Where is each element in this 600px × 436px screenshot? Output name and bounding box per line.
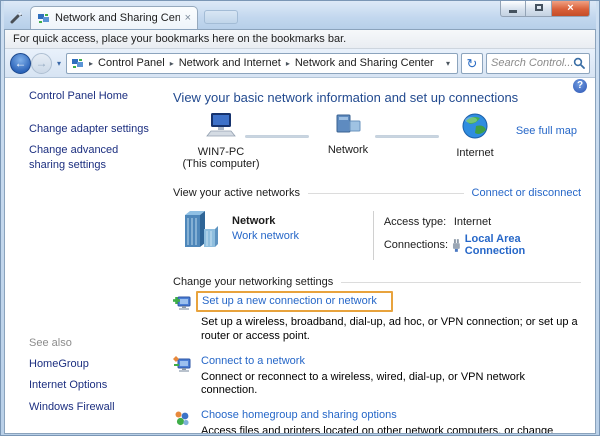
breadcrumb-control-panel[interactable]: Control Panel [98,57,165,69]
browser-window: Network and Sharing Center × × For quick… [0,0,600,436]
task-homegroup-sharing: Choose homegroup and sharing options Acc… [173,409,581,433]
connect-network-icon [173,355,191,372]
new-tab-button[interactable] [204,10,238,24]
sidebar-item-homegroup[interactable]: HomeGroup [29,357,115,371]
breadcrumb-network-sharing-center[interactable]: Network and Sharing Center [295,57,434,69]
tab-close-icon[interactable]: × [185,12,191,24]
sidebar-item-control-panel-home[interactable]: Control Panel Home [29,90,157,102]
network-map: WIN7-PC (This computer) Network Internet… [173,111,581,183]
breadcrumb-network-and-internet[interactable]: Network and Internet [179,57,281,69]
internet-globe-icon [462,113,488,139]
task-setup-new-connection: Set up a new connection or network Set u… [173,291,581,344]
map-node-label: WIN7-PC [197,146,245,158]
network-favicon-icon [38,13,49,23]
address-bar[interactable]: ▸ Control Panel ▸ Network and Internet ▸… [66,52,458,74]
back-button[interactable]: ← [10,52,31,74]
page-title: View your basic network information and … [173,90,519,105]
bookmarks-bar[interactable]: For quick access, place your bookmarks h… [5,30,595,49]
work-network-link[interactable]: Work network [232,230,299,242]
map-node-network[interactable]: Network [313,113,383,156]
address-dropdown-icon[interactable]: ▾ [443,59,453,68]
main-pane: ? View your basic network information an… [163,78,595,433]
access-type-label: Access type: [383,216,447,228]
section-rule [341,281,581,283]
connections-label: Connections: [383,239,449,251]
work-network-buildings-icon [185,211,218,247]
sidebar-item-change-adapter-settings[interactable]: Change adapter settings [29,122,157,136]
task-connect-to-network: Connect to a network Connect or reconnec… [173,355,581,399]
section-rule [307,192,464,194]
highlight-annotation-box: Set up a new connection or network [196,291,393,312]
breadcrumb-separator-icon: ▸ [285,58,290,68]
search-icon [573,57,585,69]
breadcrumb-separator-icon: ▸ [169,58,174,68]
map-link-line [375,135,439,138]
sidebar-item-change-advanced-sharing[interactable]: Change advanced sharing settings [29,143,157,172]
active-network-name: Network [232,215,276,227]
search-box[interactable] [486,52,590,74]
see-also-label: See also [29,337,72,350]
active-networks-header: View your active networks [173,187,300,199]
computer-icon [206,113,236,137]
browser-tab[interactable]: Network and Sharing Center × [30,6,198,29]
title-bar[interactable]: Network and Sharing Center × × [4,1,596,29]
active-network-box: Network Work network Access type: Intern… [173,201,581,272]
history-dropdown-icon[interactable]: ▾ [55,59,63,68]
settings-header: Change your networking settings [173,276,334,288]
connect-or-disconnect-link[interactable]: Connect or disconnect [472,187,581,199]
bookmarks-hint: For quick access, place your bookmarks h… [13,33,347,45]
minimize-button[interactable] [500,1,526,17]
maximize-button[interactable] [526,1,552,17]
homegroup-icon [175,411,189,426]
breadcrumb-separator-icon: ▸ [89,58,94,68]
navigation-bar: ← → ▾ ▸ Control Panel ▸ Network and Inte… [5,49,595,78]
connect-to-network-link[interactable]: Connect to a network [201,355,305,367]
refresh-button[interactable]: ↻ [461,52,483,74]
map-node-sublabel: (This computer) [182,158,260,170]
network-adapter-icon [452,238,460,252]
access-type-value: Internet [453,216,492,228]
new-connection-icon [173,296,191,310]
close-button[interactable]: × [552,1,590,17]
local-area-connection-link[interactable]: Local Area Connection [465,233,581,257]
map-node-computer[interactable]: WIN7-PC (This computer) [175,113,267,170]
map-node-label: Internet [456,147,494,159]
task-description: Connect or reconnect to a wireless, wire… [201,370,526,397]
map-node-label: Network [327,144,369,156]
network-icon [336,114,361,133]
forward-button[interactable]: → [31,52,52,74]
search-input[interactable] [491,57,573,69]
wrench-icon[interactable] [10,10,24,24]
window-controls: × [500,1,590,17]
sidebar: Control Panel Home Change adapter settin… [5,78,163,433]
location-favicon-icon [72,58,84,68]
homegroup-sharing-link[interactable]: Choose homegroup and sharing options [201,409,397,421]
sidebar-item-windows-firewall[interactable]: Windows Firewall [29,400,115,414]
see-full-map-link[interactable]: See full map [516,125,577,137]
tab-title: Network and Sharing Center [55,12,180,24]
task-description: Access files and printers located on oth… [201,425,554,433]
task-description: Set up a wireless, broadband, dial-up, a… [201,316,578,342]
sidebar-item-internet-options[interactable]: Internet Options [29,378,115,392]
help-icon[interactable]: ? [573,79,587,93]
map-link-line [245,135,309,138]
setup-new-connection-link[interactable]: Set up a new connection or network [202,295,377,307]
map-node-internet[interactable]: Internet [445,113,505,159]
